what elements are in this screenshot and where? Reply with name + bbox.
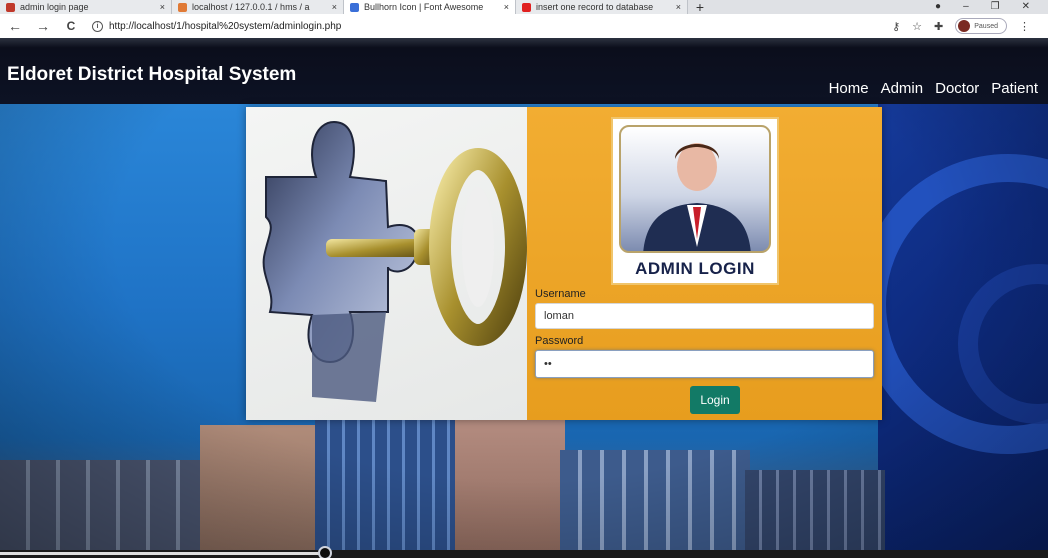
puzzle-key-image — [246, 107, 527, 420]
username-field[interactable]: loman — [535, 303, 874, 329]
profile-status: Paused — [974, 22, 998, 30]
reload-button[interactable]: C — [64, 19, 78, 33]
restore-button[interactable]: ❐ — [991, 0, 1000, 14]
video-progress-bar[interactable] — [0, 546, 1048, 558]
browser-tabstrip: admin login page × localhost / 127.0.0.1… — [0, 0, 1048, 14]
tab-close-icon[interactable]: × — [504, 2, 509, 12]
tab-title: insert one record to database — [536, 2, 654, 12]
tab-favicon-icon — [522, 2, 531, 12]
tab-close-icon[interactable]: × — [160, 2, 165, 12]
info-icon[interactable]: i — [92, 20, 103, 32]
login-button[interactable]: Login — [690, 386, 740, 414]
toolbar-actions: ⚷ ☆ ✚ Paused ⋮ — [892, 18, 1040, 34]
puzzle-icon[interactable]: ✚ — [934, 20, 943, 33]
password-label: Password — [535, 335, 584, 347]
avatar — [958, 20, 971, 32]
nav-links: Home Admin Doctor Patient — [829, 80, 1038, 97]
puzzle-key-illustration — [262, 120, 527, 402]
login-panel: ADMIN LOGIN Username loman Password •• L… — [527, 107, 882, 420]
menu-icon[interactable]: ⋮ — [1019, 20, 1030, 33]
nav-link-admin[interactable]: Admin — [881, 80, 924, 97]
admin-avatar-icon — [619, 125, 771, 253]
browser-toolbar: ← → C i http://localhost/1/hospital%20sy… — [0, 14, 1048, 38]
admin-person-icon — [643, 143, 751, 251]
nav-link-home[interactable]: Home — [829, 80, 869, 97]
close-window-button[interactable]: ✕ — [1022, 0, 1030, 14]
url-text[interactable]: http://localhost/1/hospital%20system/adm… — [109, 21, 341, 32]
tab-close-icon[interactable]: × — [676, 2, 681, 12]
key-icon[interactable]: ⚷ — [892, 20, 900, 33]
address-bar[interactable]: i http://localhost/1/hospital%20system/a… — [92, 17, 878, 35]
tab-close-icon[interactable]: × — [332, 2, 337, 12]
tab-favicon-icon — [178, 2, 187, 12]
tab-favicon-icon — [350, 2, 359, 12]
progress-fill — [0, 552, 325, 555]
tab-favicon-icon — [6, 2, 15, 12]
profile-button[interactable]: Paused — [955, 18, 1007, 34]
site-navbar: Eldoret District Hospital System Home Ad… — [0, 48, 1048, 104]
new-tab-button[interactable]: + — [688, 0, 712, 14]
username-label: Username — [535, 288, 586, 300]
nav-link-patient[interactable]: Patient — [991, 80, 1038, 97]
chrome-shadow — [0, 38, 1048, 48]
progress-handle[interactable] — [317, 546, 332, 558]
admin-badge: ADMIN LOGIN — [611, 117, 779, 285]
browser-tab-active[interactable]: Bullhorn Icon | Font Awesome × — [344, 0, 516, 14]
back-button[interactable]: ← — [8, 18, 22, 34]
browser-tab[interactable]: localhost / 127.0.0.1 / hms / a × — [172, 0, 344, 14]
login-form: Username loman Password •• — [535, 288, 874, 384]
password-field[interactable]: •• — [535, 350, 874, 378]
browser-tab[interactable]: admin login page × — [0, 0, 172, 14]
record-icon[interactable]: ● — [935, 0, 941, 14]
nav-link-doctor[interactable]: Doctor — [935, 80, 979, 97]
tab-title: admin login page — [20, 2, 89, 12]
login-card: ADMIN LOGIN Username loman Password •• L… — [246, 107, 882, 420]
tab-title: localhost / 127.0.0.1 / hms / a — [192, 2, 310, 12]
window-controls: ● – ❐ ✕ — [935, 0, 1048, 14]
site-brand[interactable]: Eldoret District Hospital System — [7, 64, 296, 86]
star-icon[interactable]: ☆ — [912, 20, 922, 33]
browser-tab[interactable]: insert one record to database × — [516, 0, 688, 14]
forward-button[interactable]: → — [36, 18, 50, 34]
admin-login-title: ADMIN LOGIN — [635, 259, 755, 278]
minimize-button[interactable]: – — [963, 0, 969, 14]
tab-title: Bullhorn Icon | Font Awesome — [364, 2, 484, 12]
